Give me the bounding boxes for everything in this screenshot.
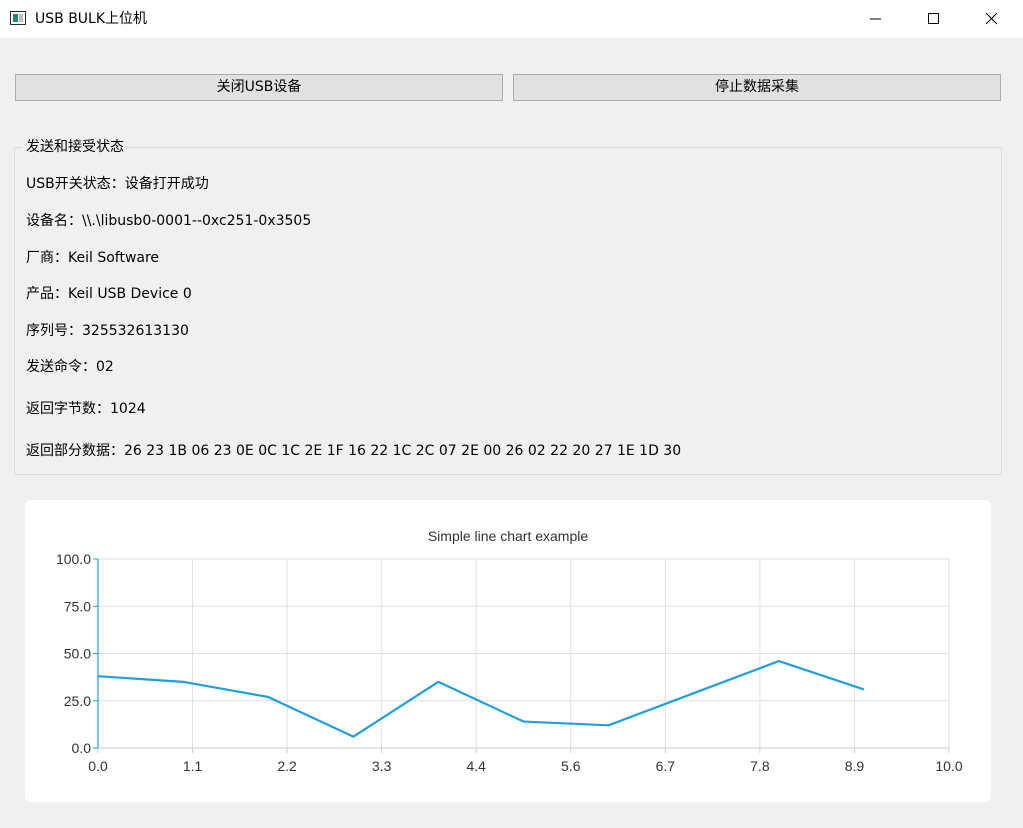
serial-number: 序列号：325532613130 <box>26 323 189 339</box>
maximize-button[interactable] <box>905 0 963 38</box>
x-tick-label: 0.0 <box>88 758 108 774</box>
y-tick-label: 100.0 <box>56 551 91 567</box>
x-tick-label: 3.3 <box>372 758 392 774</box>
line-chart-panel: 0.0 1.1 2.2 3.3 4.4 5.6 6.7 7.8 8.9 10.0 0.0 25.0 50… <box>25 500 991 802</box>
x-tick-label: 1.1 <box>183 758 203 774</box>
status-group-title: 发送和接受状态 <box>22 138 128 156</box>
series-line <box>97 659 865 738</box>
returned-partial-data: 返回部分数据：26 23 1B 06 23 0E 0C 1C 2E 1F 16 … <box>26 443 682 459</box>
x-tick-label: 2.2 <box>277 758 297 774</box>
minimize-icon <box>870 18 881 20</box>
y-tick-label: 25.0 <box>64 693 91 709</box>
x-tick-label: 8.9 <box>845 758 865 774</box>
usb-switch-status: USB开关状态：设备打开成功 <box>26 176 209 192</box>
app-icon <box>10 11 26 25</box>
title-bar: USB BULK上位机 <box>0 0 1023 38</box>
close-window-button[interactable] <box>963 0 1021 38</box>
chart-title: Simple line chart example <box>428 528 589 544</box>
y-tick-label: 50.0 <box>64 646 91 662</box>
close-icon <box>986 13 998 25</box>
device-name: 设备名：\\.\libusb0-0001--0xc251-0x3505 <box>26 213 312 229</box>
minimize-button[interactable] <box>847 0 905 38</box>
x-tick-label: 6.7 <box>656 758 676 774</box>
send-command: 发送命令：02 <box>26 359 114 375</box>
x-tick-label: 4.4 <box>466 758 486 774</box>
window-title: USB BULK上位机 <box>35 11 148 27</box>
x-tick-label: 5.6 <box>561 758 581 774</box>
y-tick-label: 75.0 <box>64 598 91 614</box>
x-tick-label: 7.8 <box>750 758 770 774</box>
returned-byte-count: 返回字节数：1024 <box>26 401 146 417</box>
x-tick-label: 10.0 <box>935 758 962 774</box>
close-usb-device-button[interactable]: 关闭USB设备 <box>15 74 503 101</box>
stop-data-collection-button[interactable]: 停止数据采集 <box>513 74 1001 101</box>
status-groupbox <box>14 147 1002 475</box>
line-chart: 0.0 1.1 2.2 3.3 4.4 5.6 6.7 7.8 8.9 10.0 0.0 25.0 50… <box>56 528 963 774</box>
vendor: 厂商：Keil Software <box>26 250 160 266</box>
maximize-icon <box>928 13 939 24</box>
product: 产品：Keil USB Device 0 <box>26 286 192 302</box>
y-tick-label: 0.0 <box>72 740 92 756</box>
